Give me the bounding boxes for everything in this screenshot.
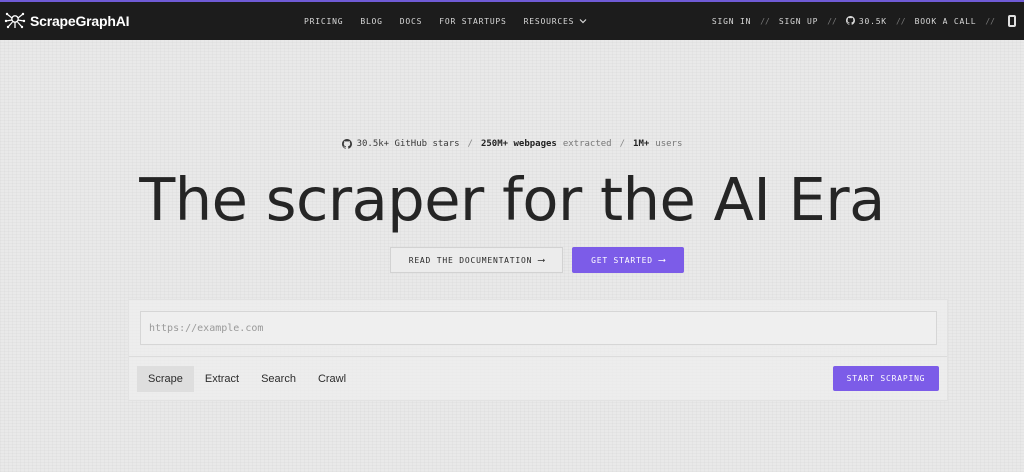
mode-tabs: Scrape Extract Search Crawl	[137, 366, 357, 392]
nav-right-group: SIGN IN // SIGN UP // 30.5K // BOOK A CA…	[712, 2, 1016, 40]
webpages-stat-label: extracted	[562, 139, 612, 149]
nav-link-resources-label: RESOURCES	[523, 16, 575, 26]
webpages-stat-value: 250M+ webpages	[480, 139, 557, 149]
tab-scrape[interactable]: Scrape	[137, 366, 194, 392]
nav-link-pricing[interactable]: PRICING	[304, 17, 343, 26]
scrape-panel: Scrape Extract Search Crawl START SCRAPI…	[128, 299, 948, 401]
read-documentation-label: READ THE DOCUMENTATION	[408, 255, 533, 265]
panel-divider	[129, 356, 947, 357]
sign-in-link[interactable]: SIGN IN	[712, 17, 751, 26]
book-a-call-link[interactable]: BOOK A CALL	[915, 17, 977, 26]
start-scraping-button[interactable]: START SCRAPING	[833, 366, 939, 391]
url-input[interactable]	[140, 311, 937, 345]
stats-separator: /	[619, 139, 626, 149]
arrow-right-icon: ⟶	[658, 254, 665, 266]
nav-separator: //	[895, 16, 906, 26]
nav-link-resources[interactable]: RESOURCES	[524, 17, 588, 26]
brand-name: ScrapeGraphAI	[30, 13, 130, 29]
cta-row: READ THE DOCUMENTATION ⟶ GET STARTED ⟶	[390, 247, 684, 273]
sign-up-link[interactable]: SIGN UP	[779, 17, 818, 26]
github-stars-link[interactable]: 30.5K	[845, 15, 887, 27]
github-icon	[341, 139, 352, 149]
github-stars-count: 30.5K	[858, 16, 887, 26]
nav-separator: //	[827, 16, 837, 26]
stats-bar: 30.5k+ GitHub stars / 250M+ webpages ext…	[0, 136, 1024, 152]
arrow-right-icon: ⟶	[538, 254, 545, 266]
users-stat-label: users	[655, 139, 683, 149]
github-stars-stat: 30.5k+ GitHub stars	[356, 139, 460, 149]
tab-search[interactable]: Search	[250, 366, 307, 392]
spider-graph-icon	[4, 11, 26, 31]
nav-link-docs[interactable]: DOCS	[400, 17, 422, 26]
nav-link-for-startups[interactable]: FOR STARTUPS	[439, 17, 506, 26]
get-started-button[interactable]: GET STARTED ⟶	[572, 247, 684, 273]
read-documentation-button[interactable]: READ THE DOCUMENTATION ⟶	[390, 247, 563, 273]
users-stat-value: 1M+	[633, 139, 650, 149]
nav-separator: //	[760, 16, 770, 26]
brand-logo[interactable]: ScrapeGraphAI	[4, 11, 130, 31]
github-icon	[845, 15, 855, 27]
top-navbar: ScrapeGraphAI PRICING BLOG DOCS FOR STAR…	[0, 0, 1024, 40]
tab-extract[interactable]: Extract	[194, 366, 250, 392]
chevron-down-icon	[579, 17, 587, 26]
get-started-label: GET STARTED	[591, 255, 653, 265]
stats-separator: /	[467, 139, 473, 149]
main-nav: PRICING BLOG DOCS FOR STARTUPS RESOURCES	[304, 2, 604, 40]
hero-headline: The scraper for the AI Era	[139, 165, 885, 234]
menu-toggle-icon[interactable]	[1008, 15, 1016, 27]
tab-crawl[interactable]: Crawl	[307, 366, 357, 392]
nav-separator: //	[985, 16, 995, 26]
nav-link-blog[interactable]: BLOG	[360, 17, 382, 26]
